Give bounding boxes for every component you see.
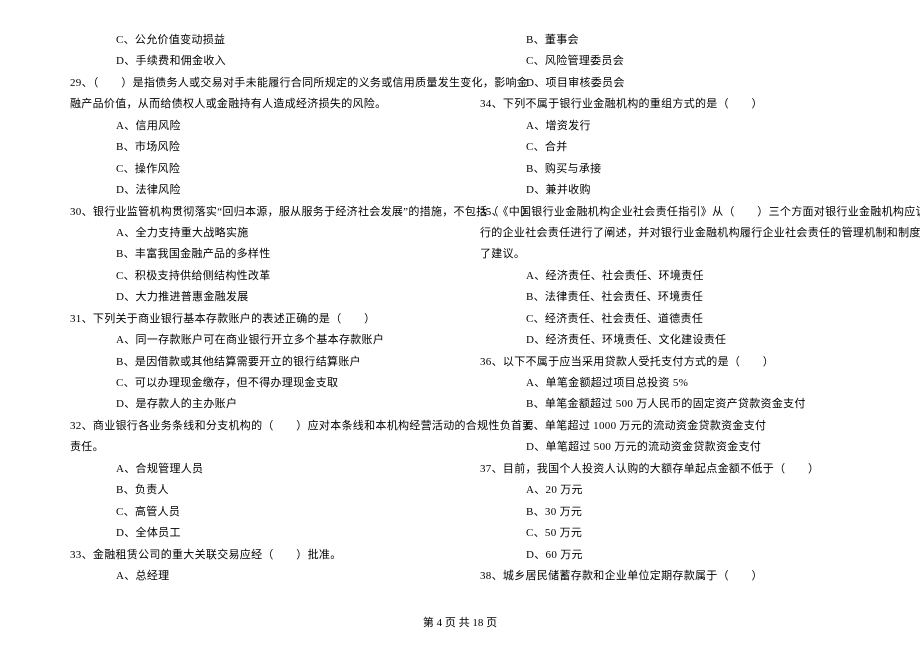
text-line: 37、目前，我国个人投资人认购的大额存单起点金额不低于（ ）	[472, 459, 858, 480]
text-line: 36、以下不属于应当采用贷款人受托支付方式的是（ ）	[472, 352, 858, 373]
page-footer: 第 4 页 共 18 页	[0, 613, 920, 634]
page-content: C、公允价值变动损益D、手续费和佣金收入29、（ ）是指债务人或交易对手未能履行…	[0, 0, 920, 597]
text-line: A、合规管理人员	[62, 459, 448, 480]
text-line: B、丰富我国金融产品的多样性	[62, 244, 448, 265]
text-line: D、项目审核委员会	[472, 73, 858, 94]
text-line: 融产品价值，从而给债权人或金融持有人造成经济损失的风险。	[62, 94, 448, 115]
text-line: C、高管人员	[62, 502, 448, 523]
text-line: A、全力支持重大战略实施	[62, 223, 448, 244]
text-line: 责任。	[62, 437, 448, 458]
text-line: 33、金融租赁公司的重大关联交易应经（ ）批准。	[62, 545, 448, 566]
text-line: 38、城乡居民储蓄存款和企业单位定期存款属于（ ）	[472, 566, 858, 587]
text-line: C、风险管理委员会	[472, 51, 858, 72]
text-line: D、兼并收购	[472, 180, 858, 201]
left-column: C、公允价值变动损益D、手续费和佣金收入29、（ ）是指债务人或交易对手未能履行…	[50, 30, 460, 587]
text-line: D、大力推进普惠金融发展	[62, 287, 448, 308]
text-line: D、法律风险	[62, 180, 448, 201]
right-column: B、董事会C、风险管理委员会D、项目审核委员会34、下列不属于银行业金融机构的重…	[460, 30, 870, 587]
text-line: B、法律责任、社会责任、环境责任	[472, 287, 858, 308]
text-line: B、单笔金额超过 500 万人民币的固定资产贷款资金支付	[472, 394, 858, 415]
text-line: D、手续费和佣金收入	[62, 51, 448, 72]
text-line: C、合并	[472, 137, 858, 158]
text-line: C、经济责任、社会责任、道德责任	[472, 309, 858, 330]
text-line: 29、（ ）是指债务人或交易对手未能履行合同所规定的义务或信用质量发生变化，影响…	[62, 73, 448, 94]
text-line: A、增资发行	[472, 116, 858, 137]
text-line: B、负责人	[62, 480, 448, 501]
text-line: A、总经理	[62, 566, 448, 587]
text-line: C、50 万元	[472, 523, 858, 544]
text-line: 了建议。	[472, 244, 858, 265]
text-line: D、经济责任、环境责任、文化建设责任	[472, 330, 858, 351]
text-line: 32、商业银行各业务条线和分支机构的（ ）应对本条线和本机构经营活动的合规性负首…	[62, 416, 448, 437]
text-line: A、单笔金额超过项目总投资 5%	[472, 373, 858, 394]
text-line: C、公允价值变动损益	[62, 30, 448, 51]
text-line: A、经济责任、社会责任、环境责任	[472, 266, 858, 287]
text-line: C、可以办理现金缴存，但不得办理现金支取	[62, 373, 448, 394]
text-line: D、是存款人的主办账户	[62, 394, 448, 415]
text-line: C、操作风险	[62, 159, 448, 180]
text-line: 35、《中国银行业金融机构企业社会责任指引》从（ ）三个方面对银行业金融机构应该…	[472, 202, 858, 223]
text-line: B、董事会	[472, 30, 858, 51]
text-line: D、单笔超过 500 万元的流动资金贷款资金支付	[472, 437, 858, 458]
text-line: 31、下列关于商业银行基本存款账户的表述正确的是（ ）	[62, 309, 448, 330]
text-line: B、购买与承接	[472, 159, 858, 180]
text-line: A、20 万元	[472, 480, 858, 501]
text-line: A、同一存款账户可在商业银行开立多个基本存款账户	[62, 330, 448, 351]
text-line: D、60 万元	[472, 545, 858, 566]
text-line: C、积极支持供给侧结构性改革	[62, 266, 448, 287]
text-line: 34、下列不属于银行业金融机构的重组方式的是（ ）	[472, 94, 858, 115]
text-line: 30、银行业监管机构贯彻落实“回归本源，服从服务于经济社会发展”的措施，不包括（…	[62, 202, 448, 223]
text-line: B、是因借款或其他结算需要开立的银行结算账户	[62, 352, 448, 373]
text-line: D、全体员工	[62, 523, 448, 544]
text-line: C、单笔超过 1000 万元的流动资金贷款资金支付	[472, 416, 858, 437]
text-line: 行的企业社会责任进行了阐述，并对银行业金融机构履行企业社会责任的管理机制和制度提…	[472, 223, 858, 244]
text-line: A、信用风险	[62, 116, 448, 137]
text-line: B、市场风险	[62, 137, 448, 158]
text-line: B、30 万元	[472, 502, 858, 523]
